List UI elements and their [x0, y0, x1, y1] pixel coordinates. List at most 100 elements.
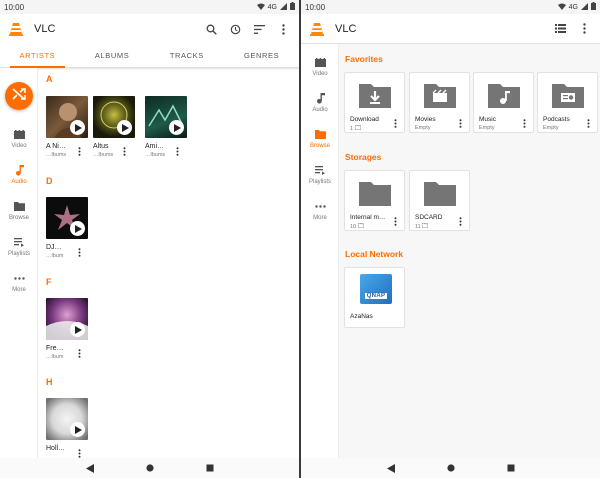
folder-small-icon [421, 222, 429, 229]
network-card-azanas[interactable]: QNAP AzaNas [344, 267, 405, 328]
folder-card-movies[interactable]: Movies Empty [409, 72, 470, 133]
album-item[interactable]: Fre… …lbum [46, 298, 96, 360]
tab-genres[interactable]: GENRES [224, 44, 299, 67]
album-cover [46, 298, 88, 340]
album-item[interactable]: Holl… [46, 398, 96, 458]
home-icon[interactable] [145, 463, 155, 473]
rail-item-browse[interactable]: Browse [0, 200, 38, 221]
storage-card-sdcard[interactable]: SDCARD 11 [409, 170, 470, 231]
back-icon[interactable] [386, 463, 396, 473]
rail-item-video[interactable]: Video [0, 128, 38, 149]
storage-name: SDCARD [415, 214, 443, 221]
wifi-icon [557, 3, 566, 12]
play-button[interactable] [70, 120, 85, 135]
album-item[interactable]: A Ni… …lbums [46, 96, 96, 158]
overflow-menu-icon[interactable] [275, 21, 291, 37]
play-button[interactable] [169, 120, 184, 135]
rail-item-browse[interactable]: Browse [301, 128, 339, 149]
rail-label: Browse [8, 215, 29, 221]
qnap-logo-icon: QNAP [360, 274, 392, 304]
tab-artists[interactable]: ARTISTS [0, 44, 75, 68]
play-button[interactable] [70, 422, 85, 437]
folder-subtitle: Empty [543, 125, 559, 131]
section-letter-d: D [46, 176, 53, 186]
album-menu-icon[interactable] [76, 247, 82, 257]
folder-icon [314, 128, 326, 140]
back-icon[interactable] [85, 463, 95, 473]
play-button[interactable] [70, 322, 85, 337]
app-title: VLC [34, 23, 56, 35]
tab-albums[interactable]: ALBUMS [75, 44, 150, 67]
album-title: Ami… [145, 143, 165, 150]
card-menu-icon[interactable] [457, 216, 463, 226]
status-time: 10:00 [305, 2, 326, 12]
battery-icon [290, 2, 295, 12]
local-network-header: Local Network [345, 249, 404, 259]
album-menu-icon[interactable] [174, 146, 180, 156]
album-item[interactable]: Ami… …lbums [145, 96, 195, 158]
system-nav-bar [0, 458, 299, 478]
rail-item-more[interactable]: More [301, 200, 339, 221]
album-subtitle: …lbums [93, 152, 114, 158]
album-subtitle: …lbum [46, 354, 64, 360]
recents-icon[interactable] [205, 463, 215, 473]
folder-icon [424, 182, 456, 206]
rail-item-audio[interactable]: Audio [0, 164, 38, 185]
signal-icon [280, 2, 287, 12]
video-icon [13, 128, 25, 140]
album-cover [93, 96, 135, 138]
rail-item-audio[interactable]: Audio [301, 92, 339, 113]
rail-item-playlists[interactable]: Playlists [301, 164, 339, 185]
favorites-header: Favorites [345, 54, 383, 64]
list-view-icon[interactable] [552, 21, 568, 37]
sort-icon[interactable] [251, 21, 267, 37]
overflow-menu-icon[interactable] [576, 21, 592, 37]
album-item[interactable]: DJ… …lbum [46, 197, 96, 259]
card-menu-icon[interactable] [457, 118, 463, 128]
play-button[interactable] [117, 120, 132, 135]
album-menu-icon[interactable] [76, 448, 82, 458]
card-menu-icon[interactable] [392, 118, 398, 128]
rail-label: Playlists [308, 179, 331, 185]
album-title: Altus [93, 143, 109, 150]
video-icon [314, 56, 326, 68]
folder-card-podcasts[interactable]: Podcasts Empty [537, 72, 598, 133]
rail-item-playlists[interactable]: Playlists [0, 236, 38, 257]
status-time: 10:00 [4, 2, 25, 12]
card-menu-icon[interactable] [585, 118, 591, 128]
music-note-icon [316, 92, 325, 104]
album-menu-icon[interactable] [76, 146, 82, 156]
folder-small-icon [357, 222, 365, 229]
folder-count: 11 [415, 224, 421, 230]
album-item[interactable]: Altus …lbums [93, 96, 143, 158]
play-icon [74, 325, 82, 334]
search-icon[interactable] [203, 21, 219, 37]
history-icon[interactable] [227, 21, 243, 37]
album-title: DJ… [46, 244, 62, 251]
rail-item-video[interactable]: Video [301, 56, 339, 77]
folder-subtitle: Empty [415, 125, 431, 131]
more-horiz-icon [314, 200, 326, 212]
rail-item-more[interactable]: More [0, 272, 38, 293]
playlist-icon [13, 236, 25, 248]
album-menu-icon[interactable] [121, 146, 127, 156]
section-letter-f: F [46, 277, 52, 287]
album-menu-icon[interactable] [76, 348, 82, 358]
folder-card-download[interactable]: Download 1 [344, 72, 405, 133]
app-title: VLC [335, 22, 357, 35]
navigation-rail: Video Audio Browse Playlists More [301, 44, 339, 458]
play-button[interactable] [70, 221, 85, 236]
folder-icon [359, 182, 391, 206]
tab-tracks[interactable]: TRACKS [150, 44, 225, 67]
album-subtitle: …lbums [46, 152, 67, 158]
home-icon[interactable] [446, 463, 456, 473]
card-menu-icon[interactable] [521, 118, 527, 128]
shuffle-button[interactable] [5, 82, 33, 110]
card-menu-icon[interactable] [392, 216, 398, 226]
play-icon [121, 123, 129, 132]
app-bar: VLC [0, 14, 299, 44]
recents-icon[interactable] [506, 463, 516, 473]
folder-card-music[interactable]: Music Empty [473, 72, 534, 133]
rail-label: Playlists [7, 251, 30, 257]
storage-card-internal[interactable]: Internal m… 10 [344, 170, 405, 231]
